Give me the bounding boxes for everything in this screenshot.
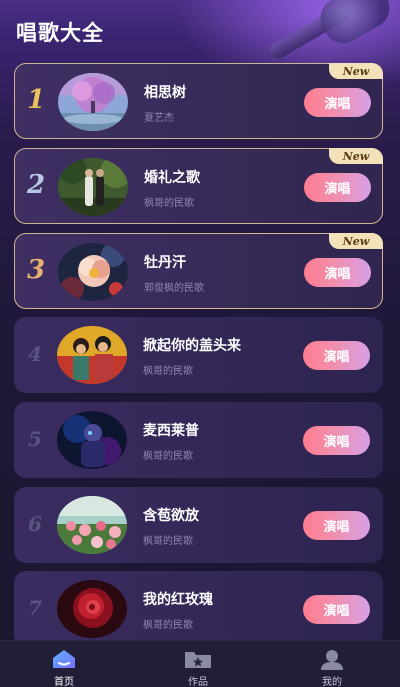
song-card[interactable]: 4 掀起你的盖头来 枫哥的民歌 演唱 <box>14 317 383 393</box>
song-cover-image <box>57 580 127 638</box>
song-artist: 枫哥的民歌 <box>143 620 193 631</box>
sing-button[interactable]: 演唱 <box>304 88 371 117</box>
song-cover-image <box>57 411 127 469</box>
sing-button[interactable]: 演唱 <box>303 511 370 540</box>
tab-label: 首页 <box>54 677 74 687</box>
bottom-tab-bar: 首页 作品 我的 <box>0 640 400 687</box>
song-title: 相思树 <box>144 85 186 101</box>
tab-home[interactable]: 首页 <box>34 641 94 687</box>
song-cover-image <box>57 326 127 384</box>
sing-button[interactable]: 演唱 <box>303 341 370 370</box>
person-icon <box>317 648 347 670</box>
new-badge: New <box>329 233 383 249</box>
song-cover-image <box>58 158 128 216</box>
folder-star-icon <box>183 648 213 670</box>
sing-button[interactable]: 演唱 <box>303 426 370 455</box>
rank-number: 5 <box>28 427 42 451</box>
song-title: 掀起你的盖头来 <box>143 338 241 354</box>
page-title: 唱歌大全 <box>16 21 104 45</box>
song-cover-image <box>58 243 128 301</box>
rank-number: 4 <box>28 342 42 366</box>
song-card[interactable]: 6 含苞欲放 枫哥的民歌 演唱 <box>14 487 383 563</box>
song-artist: 枫哥的民歌 <box>143 536 193 547</box>
tab-label: 作品 <box>188 677 208 687</box>
tab-mine[interactable]: 我的 <box>302 641 362 687</box>
song-artist: 枫哥的民歌 <box>143 451 193 462</box>
rank-number: 2 <box>27 170 46 200</box>
sing-button[interactable]: 演唱 <box>304 173 371 202</box>
song-artist: 枫哥的民歌 <box>144 198 194 209</box>
song-card[interactable]: New 1 相思树 夏艺杰 演唱 <box>14 63 383 139</box>
rank-number: 1 <box>27 85 46 115</box>
microphone-decoration <box>250 0 400 70</box>
song-title: 麦西莱普 <box>143 423 199 439</box>
new-badge: New <box>329 148 383 164</box>
sing-button[interactable]: 演唱 <box>304 258 371 287</box>
song-cover-image <box>57 496 127 554</box>
rank-number: 3 <box>27 255 46 285</box>
song-card[interactable]: New 2 婚礼之歌 枫哥的民歌 演唱 <box>14 148 383 224</box>
song-artist: 郭俊枫的民歌 <box>144 283 204 294</box>
song-title: 婚礼之歌 <box>144 170 200 186</box>
home-icon <box>49 648 79 670</box>
new-badge: New <box>329 63 383 79</box>
song-cover-image <box>58 73 128 131</box>
song-title: 含苞欲放 <box>143 508 199 524</box>
song-artist: 枫哥的民歌 <box>143 366 193 377</box>
tab-works[interactable]: 作品 <box>168 641 228 687</box>
song-title: 牡丹汗 <box>144 255 186 271</box>
tab-label: 我的 <box>322 677 342 687</box>
song-artist: 夏艺杰 <box>144 113 174 124</box>
rank-number: 6 <box>28 512 42 536</box>
song-card[interactable]: 5 麦西莱普 枫哥的民歌 演唱 <box>14 402 383 478</box>
rank-number: 7 <box>28 596 42 620</box>
sing-button[interactable]: 演唱 <box>303 595 370 624</box>
song-card[interactable]: New 3 牡丹汗 郭俊枫的民歌 演唱 <box>14 233 383 309</box>
song-title: 我的红玫瑰 <box>143 592 213 608</box>
song-card[interactable]: 7 我的红玫瑰 枫哥的民歌 演唱 <box>14 571 383 647</box>
